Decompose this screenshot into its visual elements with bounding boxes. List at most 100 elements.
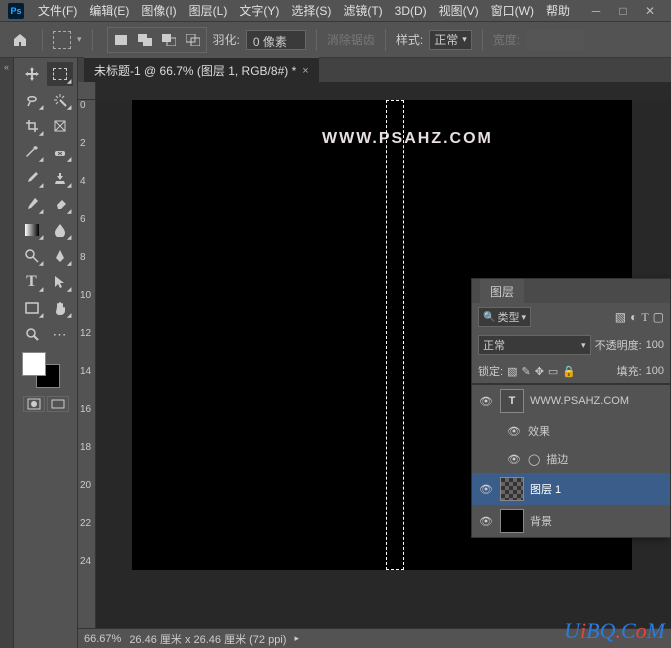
document-tab[interactable]: 未标题-1 @ 66.7% (图层 1, RGB/8#) * × [84, 57, 319, 83]
window-minimize-button[interactable]: ─ [583, 2, 609, 20]
layer-name: 背景 [530, 513, 552, 529]
status-dimensions[interactable]: 26.46 厘米 x 26.46 厘米 (72 ppi) [129, 631, 286, 647]
lasso-tool[interactable]: ◢ [19, 88, 45, 112]
antialias-label: 消除锯齿 [327, 31, 375, 48]
clone-stamp-tool[interactable]: ◢ [47, 166, 73, 190]
layer-item[interactable]: 👁◯描边 [472, 445, 670, 473]
feather-input[interactable]: 0 像素 [246, 30, 306, 50]
menu-window[interactable]: 窗口(W) [485, 0, 540, 21]
history-brush-tool[interactable]: ◢ [19, 192, 45, 216]
fill-label: 填充: [617, 363, 642, 379]
layer-name: WWW.PSAHZ.COM [530, 395, 629, 407]
app-logo: Ps [8, 3, 24, 19]
crop-tool[interactable]: ◢ [19, 114, 45, 138]
lock-artboard-icon[interactable]: ▭ [548, 365, 558, 378]
new-selection-icon[interactable] [110, 30, 132, 50]
opacity-label: 不透明度: [595, 337, 642, 353]
lock-transparency-icon[interactable]: ▧ [507, 365, 517, 378]
menu-layer[interactable]: 图层(L) [183, 0, 234, 21]
close-icon[interactable]: × [302, 65, 308, 77]
intersect-selection-icon[interactable] [182, 30, 204, 50]
path-selection-tool[interactable]: ◢ [47, 270, 73, 294]
layer-filter-select[interactable]: 🔍 类型 ▾ [478, 307, 531, 327]
color-swatches[interactable] [22, 352, 62, 392]
layer-list: 👁TWWW.PSAHZ.COM👁效果👁◯描边👁图层 1👁背景 [472, 384, 670, 537]
type-tool[interactable]: T◢ [19, 270, 45, 294]
dodge-tool[interactable]: ◢ [19, 244, 45, 268]
filter-adjust-icon[interactable]: ◐ [630, 310, 637, 325]
visibility-eye-icon[interactable]: 👁 [478, 483, 494, 496]
width-input [526, 30, 584, 50]
brush-tool[interactable]: ◢ [19, 166, 45, 190]
layer-thumbnail[interactable] [500, 477, 524, 501]
status-zoom[interactable]: 66.67% [84, 633, 121, 645]
menu-text[interactable]: 文字(Y) [233, 0, 285, 21]
lock-position-icon[interactable]: ✥ [535, 365, 544, 378]
eraser-tool[interactable]: ◢ [47, 192, 73, 216]
layer-item[interactable]: 👁图层 1 [472, 473, 670, 505]
quickmask-toggle[interactable] [23, 396, 45, 412]
layer-thumbnail[interactable]: T [500, 389, 524, 413]
lock-label: 锁定: [478, 363, 503, 379]
window-close-button[interactable]: ✕ [637, 2, 663, 20]
blur-tool[interactable]: ◢ [47, 218, 73, 242]
menu-edit[interactable]: 编辑(E) [83, 0, 135, 21]
magic-wand-tool[interactable]: ◢ [47, 88, 73, 112]
menu-3d[interactable]: 3D(D) [389, 2, 433, 20]
vertical-ruler[interactable]: 024681012141618202224 [78, 100, 96, 628]
menu-image[interactable]: 图像(I) [135, 0, 182, 21]
fill-value[interactable]: 100 [646, 365, 664, 377]
layer-item[interactable]: 👁 背景 [472, 505, 670, 537]
edit-toolbar-button[interactable]: ⋯ [47, 322, 73, 346]
style-label: 样式: [396, 31, 423, 48]
visibility-eye-icon[interactable]: 👁 [478, 395, 494, 408]
blend-mode-select[interactable]: 正常 ▾ [478, 335, 591, 355]
document-tab-title: 未标题-1 @ 66.7% (图层 1, RGB/8#) * [94, 62, 296, 79]
hand-tool[interactable]: ◢ [47, 296, 73, 320]
filter-pixel-icon[interactable]: ▧ [615, 310, 626, 325]
visibility-eye-icon[interactable]: 👁 [506, 425, 522, 438]
style-select[interactable]: 正常▾ [429, 30, 472, 50]
menu-view[interactable]: 视图(V) [433, 0, 485, 21]
layer-item[interactable]: 👁 T WWW.PSAHZ.COM [472, 385, 670, 417]
pen-tool[interactable]: ◢ [47, 244, 73, 268]
gradient-tool[interactable]: ◢ [19, 218, 45, 242]
lock-all-icon[interactable]: 🔒 [562, 365, 576, 378]
ruler-origin[interactable] [78, 82, 96, 100]
layers-tab[interactable]: 图层 [480, 279, 524, 304]
filter-shape-icon[interactable]: ▢ [653, 310, 664, 325]
move-tool[interactable] [19, 62, 45, 86]
screen-mode-toggle[interactable] [47, 396, 69, 412]
layers-panel[interactable]: 图层 🔍 类型 ▾ ▧ ◐ T ▢ 正常 ▾ 不透明度: 100 锁定: ▧ ✎… [471, 278, 671, 538]
chevron-down-icon[interactable]: ▾ [77, 34, 82, 45]
layer-name: 描边 [546, 451, 568, 467]
visibility-eye-icon[interactable]: 👁 [478, 515, 494, 528]
filter-type-icon[interactable]: T [641, 310, 648, 325]
add-to-selection-icon[interactable] [134, 30, 156, 50]
status-chevron-icon[interactable]: ▸ [294, 633, 299, 644]
eyedropper-tool[interactable]: ◢ [19, 140, 45, 164]
subtract-selection-icon[interactable] [158, 30, 180, 50]
healing-brush-tool[interactable]: ◢ [47, 140, 73, 164]
home-icon[interactable] [8, 28, 32, 52]
window-maximize-button[interactable]: □ [610, 2, 636, 20]
menu-file[interactable]: 文件(F) [32, 0, 83, 21]
zoom-tool[interactable] [19, 322, 45, 346]
visibility-eye-icon[interactable]: 👁 [506, 453, 522, 466]
opacity-value[interactable]: 100 [646, 339, 664, 351]
divider [92, 29, 93, 51]
menu-select[interactable]: 选择(S) [285, 0, 337, 21]
marquee-tool[interactable]: ◢ [47, 62, 73, 86]
menu-help[interactable]: 帮助 [540, 0, 576, 21]
layer-item[interactable]: 👁效果 [472, 417, 670, 445]
lock-pixels-icon[interactable]: ✎ [521, 365, 530, 378]
marquee-selection [386, 100, 404, 570]
frame-tool[interactable] [47, 114, 73, 138]
menu-filter[interactable]: 滤镜(T) [337, 0, 388, 21]
tool-preset-marquee-icon[interactable] [53, 31, 71, 49]
document-tab-bar: 未标题-1 @ 66.7% (图层 1, RGB/8#) * × [78, 58, 671, 82]
foreground-color[interactable] [22, 352, 46, 376]
panel-collapse-toggle[interactable]: « [0, 58, 14, 648]
rectangle-shape-tool[interactable]: ◢ [19, 296, 45, 320]
layer-thumbnail[interactable] [500, 509, 524, 533]
